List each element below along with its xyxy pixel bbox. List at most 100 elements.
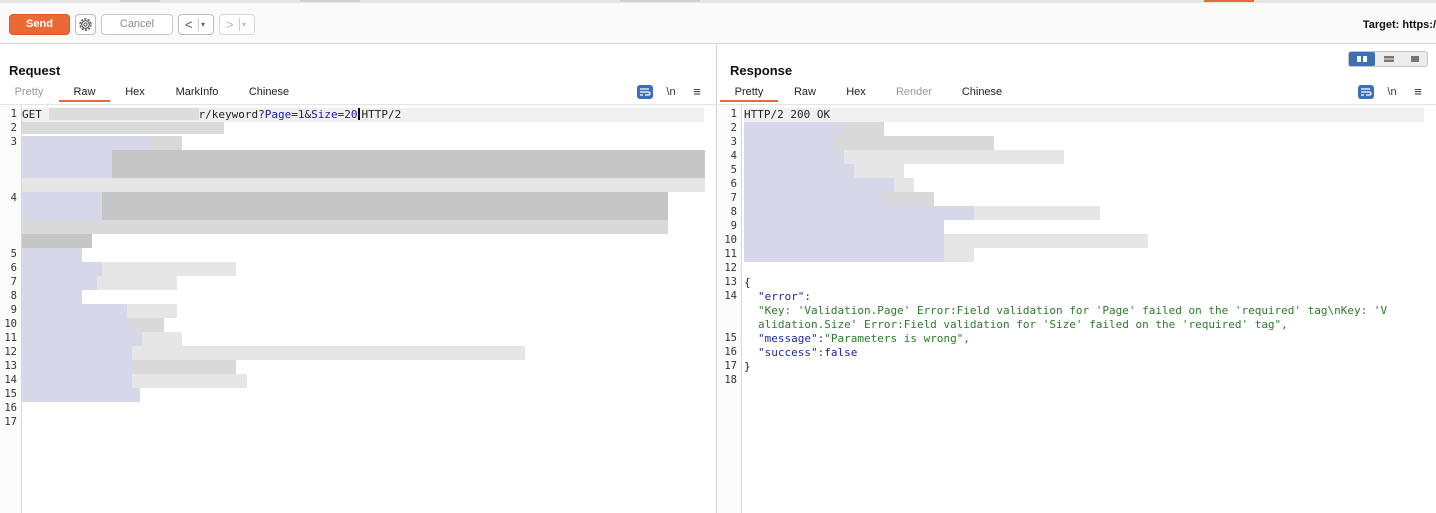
line-number: 4 — [10, 192, 17, 204]
redacted-header — [744, 234, 944, 248]
line-number: 15 — [4, 388, 17, 400]
wrap-lines-button[interactable] — [1358, 85, 1374, 99]
tab-pretty[interactable]: Pretty — [8, 85, 50, 102]
redacted-header — [744, 122, 844, 136]
hamburger-icon[interactable]: ≡ — [1410, 85, 1426, 99]
json-value-error-cont: alidation.Size' Error:Field validation f… — [758, 318, 1288, 331]
line-number-gutter: 1 2 3 4 5 6 7 8 9 10 11 12 13 14 15 16 1… — [718, 105, 742, 513]
redacted-header — [22, 290, 82, 304]
redacted-header — [112, 150, 705, 178]
redacted-header — [132, 346, 525, 360]
line-number: 3 — [730, 136, 737, 148]
redacted-header — [22, 346, 132, 360]
tab-hex[interactable]: Hex — [117, 85, 153, 102]
redacted-header — [22, 360, 132, 374]
redacted-header — [132, 360, 236, 374]
redacted-header — [944, 248, 974, 262]
redacted-header — [22, 276, 97, 290]
request-path: r/keyword? — [198, 108, 265, 121]
redacted-header — [974, 206, 1100, 220]
forward-button[interactable]: > ▾ — [219, 14, 255, 35]
wrap-lines-icon — [1361, 88, 1372, 96]
response-editor[interactable]: 1 2 3 4 5 6 7 8 9 10 11 12 13 14 15 16 1… — [718, 104, 1436, 513]
send-button[interactable]: Send — [9, 14, 70, 35]
status-line: HTTP/2 200 OK — [744, 108, 831, 121]
line-number: 1 — [10, 108, 17, 120]
tab-chinese[interactable]: Chinese — [954, 85, 1010, 102]
redacted-header — [22, 192, 102, 220]
active-tab-indicator — [1204, 0, 1254, 2]
line-number: 13 — [724, 276, 737, 288]
chevron-down-icon[interactable]: ▾ — [242, 15, 246, 34]
tab-raw[interactable]: Raw — [788, 85, 822, 102]
line-number: 10 — [4, 318, 17, 330]
redacted-header — [22, 150, 112, 178]
layout-horizontal-icon[interactable] — [1376, 52, 1402, 66]
redacted-header — [944, 234, 1148, 248]
line-number: 12 — [4, 346, 17, 358]
redacted-header — [22, 248, 82, 262]
forward-arrow-icon: > — [226, 17, 234, 32]
redacted-header — [894, 178, 914, 192]
line-number: 8 — [10, 290, 17, 302]
request-editor[interactable]: 1 2 3 4 5 6 7 8 9 10 11 12 13 14 15 16 1… — [0, 104, 716, 513]
back-arrow-icon: < — [185, 17, 193, 32]
redacted-header — [744, 164, 854, 178]
tab-strip-segment — [300, 0, 360, 2]
request-toolbar: Send Cancel < ▾ > ▾ Target: https:/ — [0, 3, 1436, 44]
line-number: 9 — [730, 220, 737, 232]
line-number: 17 — [4, 416, 17, 428]
response-tabs: Pretty Raw Hex Render Chinese — [718, 85, 1436, 102]
redacted-header — [132, 374, 247, 388]
json-close-brace: } — [744, 360, 751, 373]
tab-chinese[interactable]: Chinese — [241, 85, 297, 102]
chevron-down-icon[interactable]: ▾ — [201, 15, 205, 34]
line-number: 2 — [10, 122, 17, 134]
tab-hex[interactable]: Hex — [838, 85, 874, 102]
wrap-lines-button[interactable] — [637, 85, 653, 99]
line-number: 2 — [730, 122, 737, 134]
request-code[interactable]: GET r/keyword?Page=1&Size=20 HTTP/2 — [22, 105, 716, 513]
json-value-success: false — [824, 346, 858, 359]
layout-single-icon[interactable] — [1402, 52, 1428, 66]
redacted-header — [22, 234, 92, 248]
layout-toggle[interactable] — [1348, 51, 1428, 67]
cancel-button[interactable]: Cancel — [101, 14, 173, 35]
redacted-header — [102, 262, 236, 276]
query-param-key: Size — [311, 108, 338, 121]
redacted-header — [884, 192, 934, 206]
response-code[interactable]: HTTP/2 200 OK { "error": "Key: 'Validati — [744, 105, 1436, 513]
response-title: Response — [730, 63, 793, 78]
newline-toggle[interactable]: \n — [663, 85, 679, 99]
line-number-gutter: 1 2 3 4 5 6 7 8 9 10 11 12 13 14 15 16 1… — [0, 105, 22, 513]
line-number: 10 — [724, 234, 737, 246]
line-number: 17 — [724, 360, 737, 372]
divider — [239, 18, 240, 31]
line-number: 13 — [4, 360, 17, 372]
redacted-header — [102, 192, 668, 220]
target-label[interactable]: Target: https:/ — [1363, 19, 1436, 31]
tab-pretty[interactable]: Pretty — [720, 85, 778, 102]
redacted-header — [854, 164, 904, 178]
settings-button[interactable] — [75, 14, 96, 35]
layout-split-icon[interactable] — [1349, 52, 1375, 66]
redacted-header — [744, 248, 944, 262]
hamburger-icon[interactable]: ≡ — [689, 85, 705, 99]
query-equals: = — [291, 108, 298, 121]
response-panel: Response Pretty Raw Hex Render Chinese \… — [718, 45, 1436, 513]
tab-render[interactable]: Render — [888, 85, 940, 102]
line-number: 6 — [730, 178, 737, 190]
divider — [198, 18, 199, 31]
back-button[interactable]: < ▾ — [178, 14, 214, 35]
tab-markinfo[interactable]: MarkInfo — [167, 85, 227, 102]
tab-strip-segment — [620, 0, 700, 2]
line-number: 7 — [10, 276, 17, 288]
newline-toggle[interactable]: \n — [1384, 85, 1400, 99]
line-number: 14 — [724, 290, 737, 302]
redacted-header — [844, 150, 1064, 164]
redacted-header — [844, 122, 884, 136]
line-number: 11 — [4, 332, 17, 344]
tab-raw[interactable]: Raw — [59, 85, 110, 102]
request-panel: Request Pretty Raw Hex MarkInfo Chinese … — [0, 45, 717, 513]
http-protocol: HTTP/2 — [361, 108, 402, 121]
